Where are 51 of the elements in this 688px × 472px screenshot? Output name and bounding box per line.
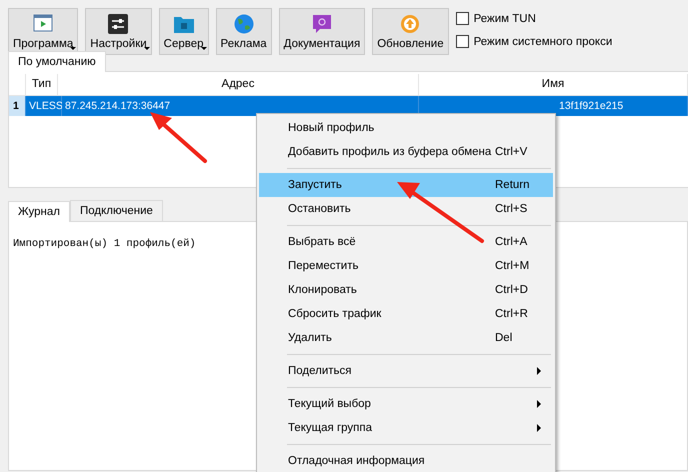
menu-item[interactable]: Сбросить трафик Ctrl+R xyxy=(259,302,553,326)
menu-item[interactable]: Выбрать всё Ctrl+A xyxy=(259,230,553,254)
column-header[interactable]: Имя xyxy=(419,74,688,95)
menu-item[interactable]: Добавить профиль из буфера обмена Ctrl+V xyxy=(259,140,553,164)
submenu-arrow-icon xyxy=(537,367,541,375)
menu-item[interactable]: Удалить Del xyxy=(259,326,553,350)
submenu-arrow-icon xyxy=(537,424,541,432)
globe-icon xyxy=(234,14,254,34)
update-icon xyxy=(400,14,420,34)
checkbox[interactable] xyxy=(456,35,469,48)
folder-icon xyxy=(172,14,195,34)
shortcut-label: Return xyxy=(495,178,531,193)
pointer-arrow xyxy=(150,112,207,163)
checkbox-label[interactable]: Режим TUN xyxy=(474,12,536,24)
shortcut-label: Ctrl+A xyxy=(495,235,528,250)
toolbar-button[interactable]: Обновление xyxy=(372,8,449,55)
log-line: Импортирован(ы) 1 профиль(ей) xyxy=(13,238,196,250)
panel-tab[interactable]: Подключение xyxy=(70,200,163,221)
window-icon xyxy=(33,14,54,32)
shortcut-label: Ctrl+V xyxy=(495,145,528,160)
column-header[interactable]: Тип xyxy=(26,74,58,95)
table-cell: 87.245.214.173:36447 xyxy=(62,96,419,116)
checkbox-label[interactable]: Режим системного прокси xyxy=(474,36,612,48)
submenu-item[interactable]: Текущий выбор xyxy=(259,392,553,416)
shortcut-label: Ctrl+D xyxy=(495,283,529,298)
shortcut-label: Ctrl+S xyxy=(495,202,528,217)
toolbar-button[interactable]: Сервер xyxy=(158,8,209,55)
toolbar-button[interactable]: Реклама xyxy=(216,8,272,55)
menu-item[interactable]: Новый профиль xyxy=(259,116,553,140)
menu-item[interactable]: Остановить Ctrl+S xyxy=(259,197,553,221)
toolbar-button[interactable]: Документация xyxy=(278,8,366,55)
menu-item[interactable]: Отладочная информация xyxy=(259,449,553,472)
submenu-item[interactable]: Поделиться xyxy=(259,359,553,383)
checkbox[interactable] xyxy=(456,12,469,25)
table-cell: VLESS xyxy=(26,96,62,116)
column-header[interactable]: Адрес xyxy=(58,74,419,95)
shortcut-label: Ctrl+M xyxy=(495,259,530,274)
row-number: 1 xyxy=(9,96,26,116)
shortcut-label: Ctrl+R xyxy=(495,307,529,322)
help-icon xyxy=(312,14,332,34)
menu-item[interactable]: Запустить Return xyxy=(259,173,553,197)
toolbar-button[interactable]: Настройки xyxy=(85,8,152,55)
menu-item[interactable]: Клонировать Ctrl+D xyxy=(259,278,553,302)
group-tab[interactable]: По умолчанию xyxy=(8,51,106,72)
sliders-icon xyxy=(108,14,128,34)
menu-item[interactable]: Переместить Ctrl+M xyxy=(259,254,553,278)
shortcut-label: Del xyxy=(495,331,514,346)
table-cell: 13f1f921e215 xyxy=(419,96,688,116)
submenu-arrow-icon xyxy=(537,400,541,408)
panel-tab[interactable]: Журнал xyxy=(8,201,70,222)
submenu-item[interactable]: Текущая группа xyxy=(259,416,553,440)
